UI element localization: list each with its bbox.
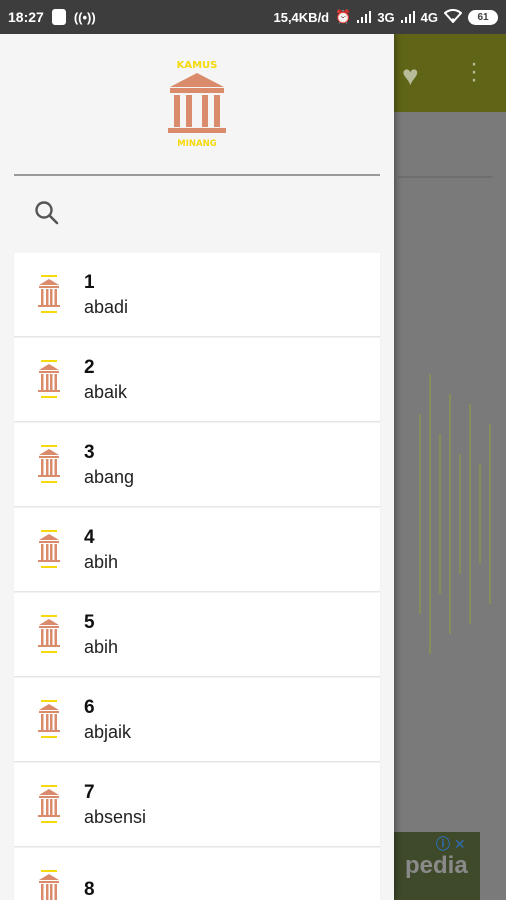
entry-word: abaik <box>84 381 128 402</box>
network-type-1: 3G <box>377 9 395 25</box>
ad-info-icon: ⓘ ✕ <box>436 836 466 852</box>
entry-logo-icon <box>14 274 84 316</box>
entry-logo-icon <box>14 444 84 486</box>
list-item[interactable]: 8 <box>14 848 380 900</box>
entry-number: 5 <box>84 611 95 633</box>
notification-icon <box>51 9 66 25</box>
entry-word: abih <box>84 636 119 657</box>
entry-logo-icon <box>14 784 84 826</box>
entry-word: abjaik <box>84 721 132 742</box>
entry-number: 8 <box>84 878 95 900</box>
favorite-icon: ♥ <box>402 60 419 91</box>
entry-word: abih <box>84 551 119 572</box>
list-item[interactable]: 4 abih <box>14 508 380 591</box>
drawer-header: KAMUS MINANG <box>0 34 394 174</box>
entry-logo-icon <box>14 359 84 401</box>
alarm-icon: ⏰ <box>335 9 352 24</box>
entry-number: 4 <box>84 526 95 548</box>
entry-number: 1 <box>84 271 95 293</box>
search-bar[interactable] <box>14 176 380 250</box>
entry-number: 6 <box>84 696 95 718</box>
entry-word: absensi <box>84 806 147 827</box>
background-ad-text: pedia <box>405 852 468 879</box>
entry-number: 3 <box>84 441 95 463</box>
list-item[interactable]: 5 abih <box>14 593 380 676</box>
signal-icon <box>357 11 372 23</box>
hotspot-icon: ((•)) <box>73 9 96 25</box>
search-icon[interactable] <box>34 200 60 226</box>
entry-number: 7 <box>84 781 95 803</box>
entry-logo-icon <box>14 529 84 571</box>
network-type-2: 4G <box>420 9 438 25</box>
entry-logo-icon <box>14 614 84 656</box>
background-waveform <box>419 374 491 654</box>
wifi-icon <box>443 8 463 26</box>
svg-text:MINANG: MINANG <box>177 139 216 149</box>
background-divider <box>398 176 492 178</box>
more-options-icon: · · · <box>470 50 478 93</box>
entry-word: abang <box>84 466 135 487</box>
entry-number: 2 <box>84 356 95 378</box>
list-item[interactable]: 1 abadi <box>14 253 380 336</box>
entry-word: abadi <box>84 296 129 317</box>
signal-icon-2 <box>400 11 415 23</box>
entry-logo-icon <box>14 699 84 741</box>
network-speed: 15,4KB/d <box>273 9 330 25</box>
entry-logo-icon <box>14 869 84 900</box>
battery-icon: 61 <box>468 9 498 25</box>
status-time: 18:27 <box>8 9 44 25</box>
entry-list: 1 abadi 2 abaik 3 abang 4 abih 5 abih 6 … <box>14 253 380 900</box>
svg-text:KAMUS: KAMUS <box>177 60 218 71</box>
app-logo: KAMUS MINANG <box>168 60 226 149</box>
navigation-drawer: KAMUS MINANG 1 abadi 2 abaik 3 abang 4 a… <box>0 34 394 900</box>
list-item[interactable]: 6 abjaik <box>14 678 380 761</box>
status-bar: 18:27 ((•)) 15,4KB/d ⏰ 3G 4G 61 <box>0 0 506 34</box>
list-item[interactable]: 2 abaik <box>14 338 380 421</box>
list-item[interactable]: 3 abang <box>14 423 380 506</box>
list-item[interactable]: 7 absensi <box>14 763 380 846</box>
